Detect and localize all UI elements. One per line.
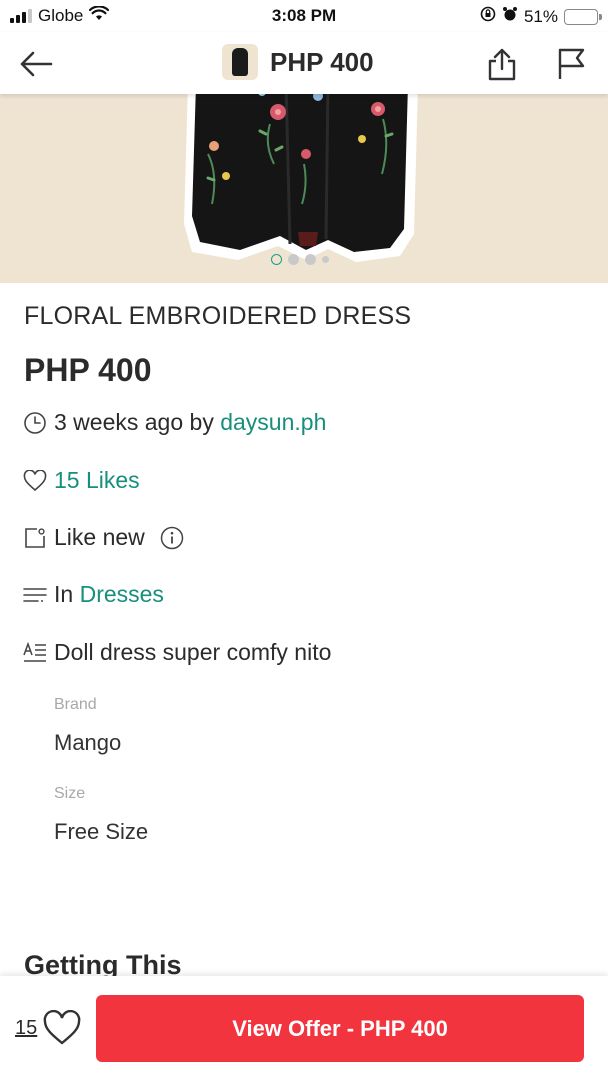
header-listing-summary: PHP 400 — [222, 44, 374, 80]
back-arrow-icon — [20, 51, 53, 77]
like-button[interactable] — [42, 1009, 82, 1051]
carousel-dots — [271, 254, 329, 265]
category-link[interactable]: Dresses — [80, 581, 164, 608]
category-row: In Dresses — [22, 581, 164, 608]
posted-row: 3 weeks ago by daysun.ph — [22, 409, 326, 436]
description-text: Doll dress super comfy nito — [54, 639, 332, 665]
battery-percent: 51% — [523, 6, 558, 26]
carousel-dot[interactable] — [288, 254, 299, 265]
condition-text: Like new — [54, 524, 145, 550]
condition-row: Like new — [22, 524, 185, 551]
listing-price: PHP 400 — [24, 352, 152, 388]
tag-icon — [22, 525, 48, 551]
description-row: Doll dress super comfy nito — [22, 639, 331, 666]
carousel-dot[interactable] — [322, 256, 329, 263]
brand-label: Brand — [54, 696, 97, 713]
back-button[interactable] — [16, 44, 56, 84]
flag-icon — [558, 48, 585, 79]
list-icon — [22, 582, 48, 608]
text-description-icon — [22, 640, 48, 666]
likes-link[interactable]: 15 Likes — [54, 467, 140, 494]
share-icon — [488, 48, 516, 81]
listing-title: FLORAL EMBROIDERED DRESS — [24, 302, 412, 330]
category-prefix: In — [54, 581, 80, 607]
clock-icon — [22, 410, 48, 436]
listing-thumbnail — [222, 44, 258, 80]
heart-icon — [43, 1009, 81, 1045]
size-label: Size — [54, 785, 86, 802]
orientation-lock-icon — [480, 6, 496, 27]
header-price: PHP 400 — [270, 46, 374, 77]
share-button[interactable] — [482, 44, 522, 84]
carousel-dot[interactable] — [271, 254, 282, 265]
app-header: PHP 400 — [0, 32, 608, 94]
report-button[interactable] — [551, 44, 591, 84]
view-offer-button[interactable]: View Offer - PHP 400 — [96, 995, 584, 1062]
likes-row[interactable]: 15 Likes — [22, 467, 140, 494]
battery-icon — [564, 8, 602, 25]
posted-text: 3 weeks ago by — [54, 409, 221, 435]
seller-link[interactable]: daysun.ph — [220, 409, 326, 436]
bottom-action-bar: 15 View Offer - PHP 400 — [0, 976, 608, 1080]
brand-value: Mango — [54, 730, 122, 755]
size-value: Free Size — [54, 819, 149, 844]
like-count[interactable]: 15 — [15, 1017, 37, 1040]
status-right: 51% — [480, 6, 602, 27]
alarm-icon — [502, 6, 518, 27]
heart-outline-icon — [22, 468, 48, 494]
info-icon[interactable] — [159, 525, 185, 551]
status-bar: Globe 3:08 PM 51% — [0, 0, 608, 32]
carousel-dot[interactable] — [305, 254, 316, 265]
